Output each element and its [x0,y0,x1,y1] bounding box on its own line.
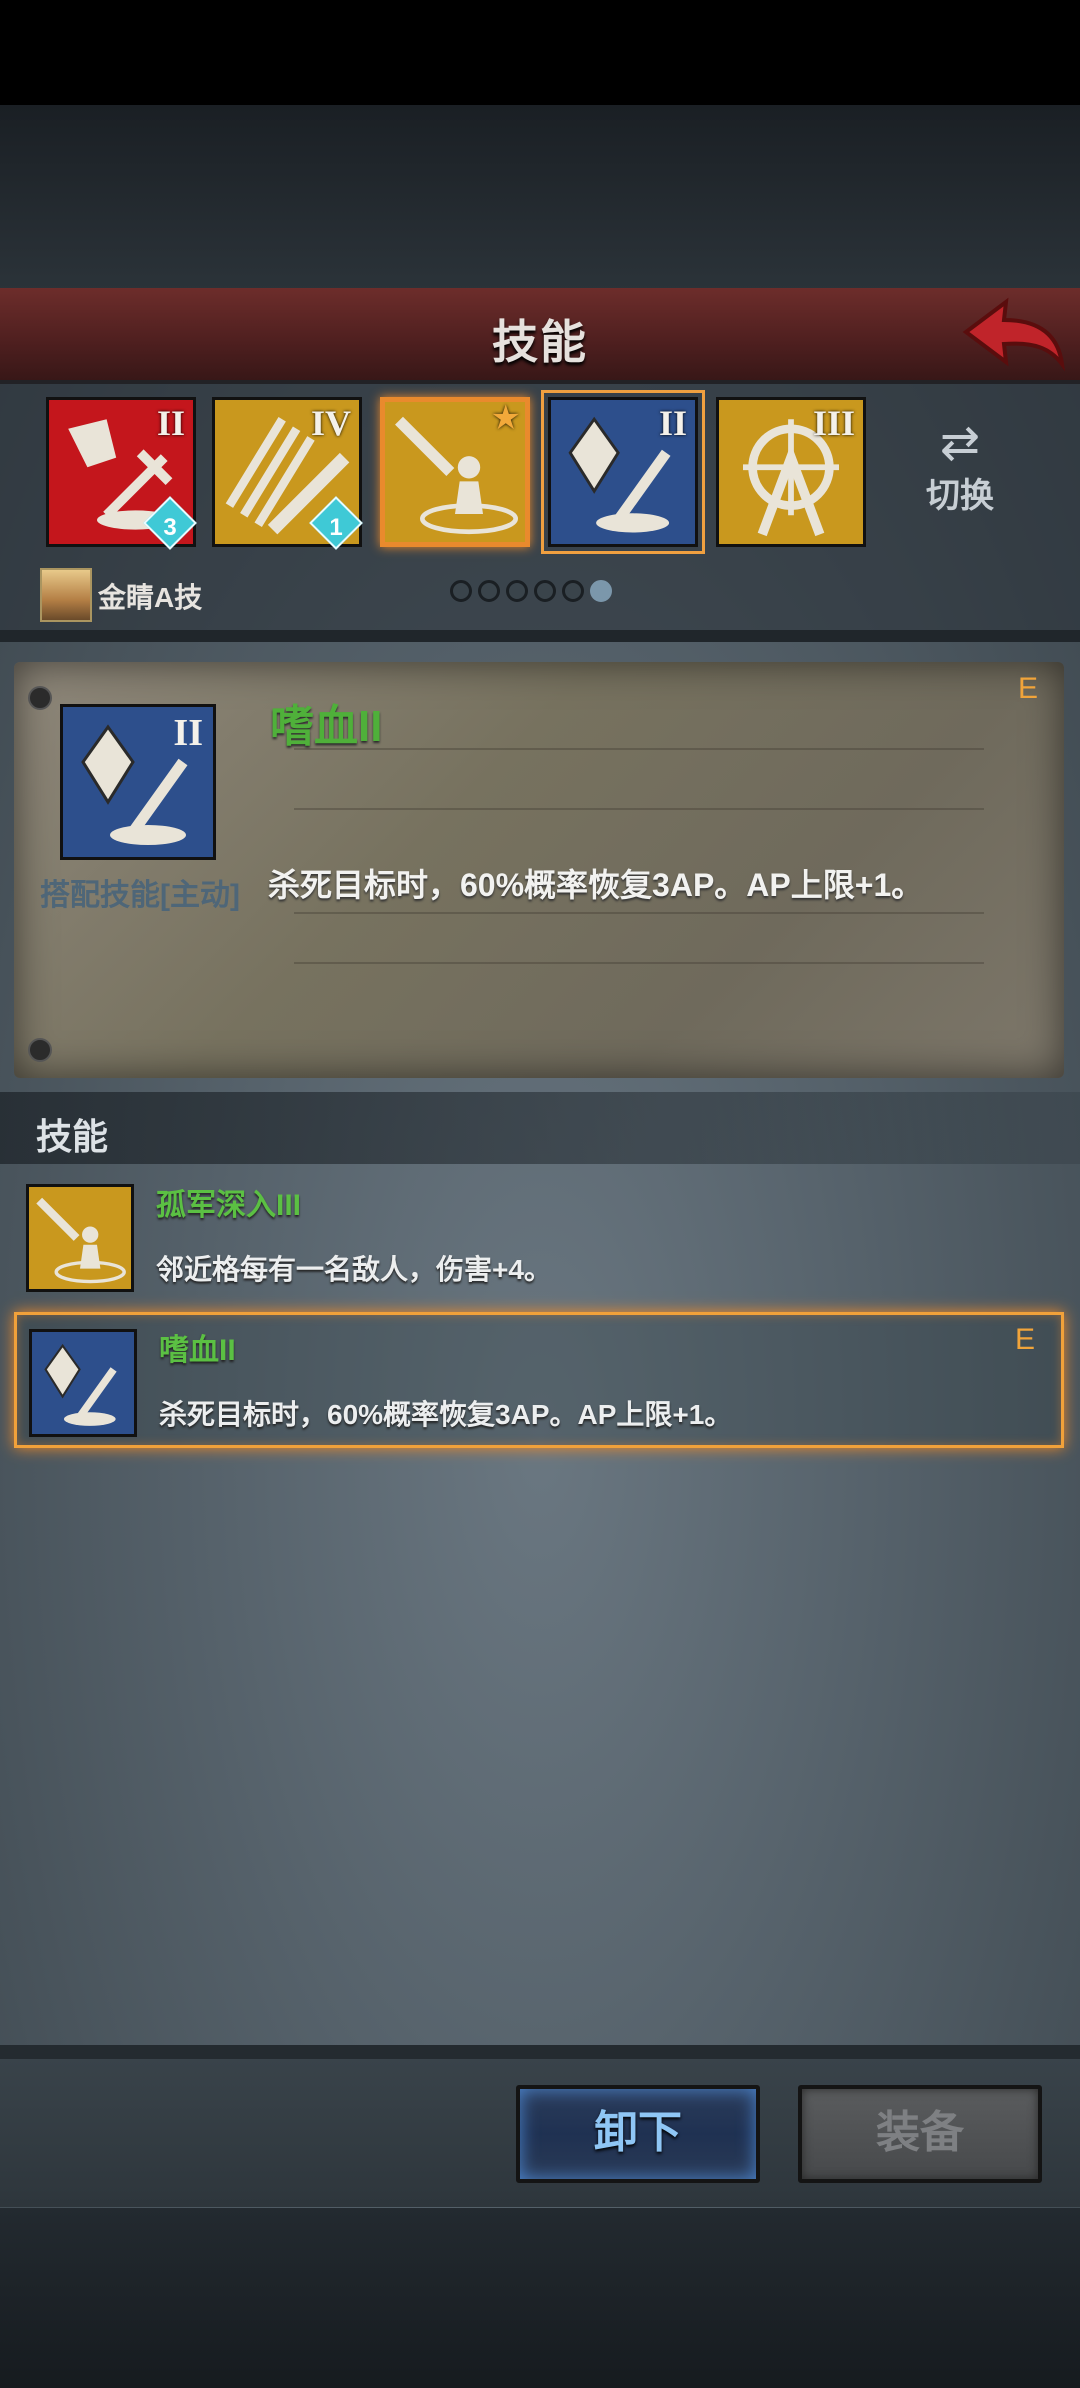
equipped-badge: E [1014,1323,1035,1356]
skill-slot-rank: II [658,403,687,443]
skill-slot-rank: II [156,403,185,443]
unequip-button[interactable]: 卸下 [516,2085,760,2183]
skill-name: 孤军深入III [156,1189,302,1222]
skill-icon [29,1329,137,1437]
switch-button[interactable]: ⇄ 切换 [910,420,1010,517]
page-dot [450,580,472,602]
top-backdrop [0,105,1080,290]
page-dot [534,580,556,602]
divider [294,912,984,914]
back-arrow-icon [962,297,1065,372]
skill-slot-rank: IV [310,403,351,443]
skill-list-item-selected[interactable]: 嗜血II 杀死目标时，60%概率恢复3AP。AP上限+1。 E [14,1312,1064,1448]
equipped-badge: E [1018,672,1039,705]
skill-icon [26,1184,134,1292]
page-title: 技能 [492,316,588,368]
skill-list-item[interactable]: 孤军深入III 邻近格每有一名敌人，伤害+4。 [14,1170,1058,1300]
gem-count: 1 [329,514,343,541]
detail-skill-name: 嗜血II [270,702,383,751]
bloodthirst-skill-icon [32,1332,134,1434]
detail-skill-icon: II [60,704,216,860]
section-header: 技能 [0,1092,1080,1164]
bottom-backdrop [0,2208,1080,2388]
skill-description: 杀死目标时，60%概率恢复3AP。AP上限+1。 [159,1399,733,1430]
detail-skill-rank: II [173,712,203,754]
nail-icon [28,1038,52,1062]
page-dot [562,580,584,602]
divider [294,808,984,810]
skill-description: 邻近格每有一名敌人，伤害+4。 [156,1254,552,1285]
avatar [40,568,92,622]
page-dot [590,580,612,602]
page-dot [506,580,528,602]
skill-slot-rank: III [812,403,855,443]
hero-name: 金睛A技 [98,582,203,613]
skill-slot-2[interactable]: IV 1 [212,397,363,550]
nail-icon [28,686,52,710]
detail-skill-type: 搭配技能[主动] [40,879,240,912]
page-dot [478,580,500,602]
page-indicator [450,580,612,608]
star-icon: ★ [490,399,521,437]
skill-slot-4[interactable]: II [541,390,705,554]
title-bar: 技能 [0,288,1080,384]
switch-label: 切换 [926,477,994,515]
section-title: 技能 [36,1116,109,1157]
skill-slot-5[interactable]: III [716,397,866,547]
detail-skill-description: 杀死目标时，60%概率恢复3AP。AP上限+1。 [268,867,924,903]
divider [0,2045,1080,2059]
skill-slot-1[interactable]: II 3 [46,397,197,550]
gem-count: 3 [163,514,177,541]
lone-warrior-skill-icon [29,1187,131,1289]
divider [294,748,984,750]
status-bar [0,0,1080,105]
skill-name: 嗜血II [159,1334,236,1367]
divider [0,630,1080,642]
divider [294,962,984,964]
skill-slot-3[interactable]: ★ [380,397,530,547]
swap-arrows-icon: ⇄ [939,417,981,470]
equip-button[interactable]: 装备 [798,2085,1042,2183]
back-button[interactable] [958,294,1068,374]
